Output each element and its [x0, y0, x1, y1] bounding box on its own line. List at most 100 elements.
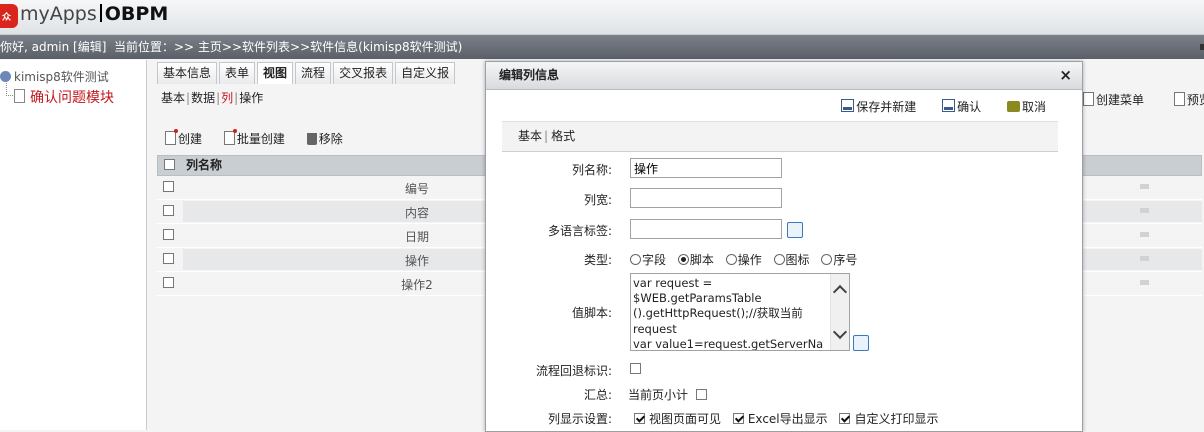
- script-text: var request = $WEB.getParamsTable ().get…: [633, 276, 824, 351]
- document-icon: [14, 89, 25, 103]
- tree-root-item[interactable]: kimisp8软件测试: [0, 68, 109, 85]
- dialog-tab-format[interactable]: 格式: [551, 129, 575, 143]
- type-option-action[interactable]: 操作: [725, 253, 762, 267]
- preview-button[interactable]: 预览: [1173, 92, 1204, 107]
- summary-option-label: 当前页小计: [628, 388, 689, 402]
- type-option-label: 图标: [785, 253, 810, 267]
- tab-view[interactable]: 视图: [257, 62, 294, 84]
- dialog-tab-sep: |: [544, 129, 549, 143]
- radio-icon[interactable]: [773, 254, 785, 265]
- row-name[interactable]: 编号: [327, 180, 507, 197]
- row-name[interactable]: 内容: [327, 204, 507, 221]
- tab-custom-report[interactable]: 自定义报: [395, 62, 456, 84]
- row-checkbox[interactable]: [163, 181, 174, 192]
- create-button[interactable]: 创建: [165, 129, 203, 146]
- trash-icon: [306, 133, 317, 145]
- tab-form[interactable]: 表单: [219, 62, 256, 84]
- tab-flow[interactable]: 流程: [295, 62, 332, 84]
- select-all-checkbox[interactable]: [164, 159, 175, 170]
- dialog-actions: 保存并新建 确认 取消: [819, 98, 1046, 115]
- app-logo: myApps OBPM: [20, 3, 168, 25]
- value-script-textarea[interactable]: var request = $WEB.getParamsTable ().get…: [630, 273, 850, 351]
- i18n-label-input[interactable]: [630, 219, 782, 239]
- top-bar: 众 myApps OBPM: [0, 0, 1204, 35]
- checkbox-custom-print[interactable]: [839, 413, 851, 424]
- remove-button[interactable]: 移除: [306, 132, 343, 146]
- summary-label: 汇总:: [583, 388, 612, 402]
- subtab-actions[interactable]: 操作: [239, 91, 263, 105]
- view-subtabs: 基本|数据|列|操作: [161, 89, 263, 106]
- left-tree-panel: kimisp8软件测试 确认问题模块: [0, 60, 147, 430]
- save-new-button[interactable]: 保存并新建: [841, 99, 916, 114]
- info-bar: 你好, admin [编辑] 当前位置：>> 主页>>软件列表>>软件信息(ki…: [0, 35, 1204, 59]
- row-checkbox[interactable]: [163, 229, 174, 240]
- create-label: 创建: [178, 132, 203, 146]
- script-editor-icon[interactable]: [853, 335, 869, 351]
- logo-icon: 众: [0, 4, 18, 28]
- tab-cross-report[interactable]: 交叉报表: [333, 62, 394, 84]
- type-option-icon[interactable]: 图标: [773, 253, 810, 267]
- cancel-button[interactable]: 取消: [1006, 100, 1046, 114]
- close-icon[interactable]: ×: [1059, 62, 1072, 89]
- radio-field[interactable]: [630, 254, 641, 265]
- row-checkbox[interactable]: [163, 205, 174, 216]
- flowback-checkbox[interactable]: [630, 363, 641, 374]
- form-row-width: 列宽:: [486, 188, 1082, 210]
- radio-action[interactable]: [725, 254, 737, 265]
- product-name: OBPM: [104, 3, 169, 25]
- tree-child-label: 确认问题模块: [30, 90, 114, 106]
- script-scrollbar[interactable]: [830, 274, 849, 350]
- tree-root-label: kimisp8软件测试: [14, 70, 109, 84]
- right-toolbar: 创建菜单 预览: [1083, 91, 1204, 108]
- subtab-columns[interactable]: 列: [221, 91, 233, 105]
- display-option-view[interactable]: 视图页面可见: [634, 412, 721, 426]
- confirm-button[interactable]: 确认: [942, 99, 981, 114]
- tree-item-module[interactable]: 确认问题模块: [14, 87, 114, 107]
- app-name: myApps: [20, 3, 97, 25]
- column-name-input[interactable]: [630, 158, 782, 178]
- scroll-up-icon[interactable]: [832, 284, 848, 300]
- column-width-input[interactable]: [630, 188, 782, 208]
- row-checkbox[interactable]: [163, 277, 174, 288]
- display-label: 列显示设置:: [547, 412, 612, 426]
- type-option-script[interactable]: 脚本: [677, 253, 714, 267]
- display-option-excel[interactable]: Excel导出显示: [732, 412, 828, 426]
- display-options: 视图页面可见 Excel导出显示 自定义打印显示: [634, 410, 946, 427]
- summary-checkbox[interactable]: [695, 389, 707, 400]
- breadcrumb[interactable]: 当前位置：>> 主页>>软件列表>>软件信息(kimisp8软件测试): [114, 35, 462, 59]
- row-name[interactable]: 操作2: [327, 276, 507, 293]
- display-option-print[interactable]: 自定义打印显示: [839, 412, 938, 426]
- greeting[interactable]: 你好, admin [编辑]: [0, 35, 106, 59]
- form-row-type: 类型: 字段 脚本 操作 图标 序号: [486, 248, 1082, 270]
- checkbox-excel-export[interactable]: [732, 413, 744, 424]
- dialog-title: 编辑列信息: [499, 68, 560, 82]
- subtab-basic[interactable]: 基本: [161, 91, 185, 105]
- type-label: 类型:: [583, 253, 612, 267]
- checkbox-view-visible[interactable]: [634, 413, 645, 424]
- i18n-picker-icon[interactable]: [787, 222, 803, 238]
- dialog-tab-basic[interactable]: 基本: [518, 129, 542, 143]
- row-mark-icon: [1140, 232, 1149, 237]
- create-menu-button[interactable]: 创建菜单: [1083, 92, 1144, 107]
- subtab-data[interactable]: 数据: [191, 91, 215, 105]
- type-option-label: 字段: [642, 253, 667, 267]
- type-option-label: 脚本: [689, 253, 714, 267]
- type-option-serial[interactable]: 序号: [821, 253, 857, 267]
- type-option-field[interactable]: 字段: [630, 253, 666, 267]
- form-row-script: 值脚本: var request = $WEB.getParamsTable (…: [486, 273, 1082, 353]
- radio-script[interactable]: [677, 254, 689, 265]
- scroll-down-icon[interactable]: [832, 324, 848, 340]
- batch-create-button[interactable]: 批量创建: [223, 129, 285, 146]
- script-label: 值脚本:: [571, 306, 612, 320]
- form-row-i18n: 多语言标签:: [486, 219, 1082, 241]
- tab-basic-info[interactable]: 基本信息: [157, 62, 218, 84]
- row-name[interactable]: 操作: [327, 252, 507, 269]
- row-checkbox[interactable]: [163, 253, 174, 264]
- summary-option[interactable]: 当前页小计: [628, 386, 707, 403]
- remove-label: 移除: [318, 132, 343, 146]
- form-row-name: 列名称:: [486, 158, 1082, 180]
- radio-serial[interactable]: [821, 254, 833, 265]
- row-name[interactable]: 日期: [327, 228, 507, 245]
- dialog-subtabs: 基本 | 格式: [502, 121, 1058, 152]
- type-option-label: 操作: [737, 253, 762, 267]
